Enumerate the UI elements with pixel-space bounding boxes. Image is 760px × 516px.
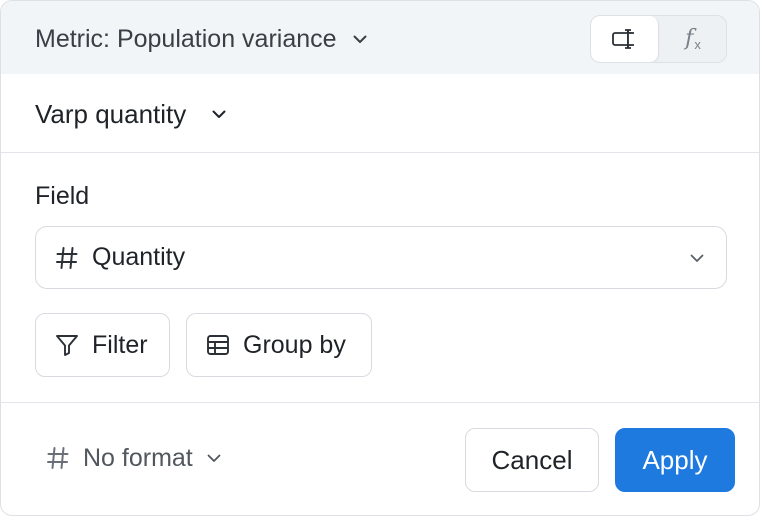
- footer-bar: No format Cancel Apply: [1, 402, 759, 515]
- metric-type-select[interactable]: Metric: Population variance: [35, 21, 369, 57]
- metric-name-select[interactable]: Varp quantity: [35, 94, 228, 134]
- metric-name-row: Varp quantity: [1, 74, 759, 153]
- metric-editor-panel: Metric: Population variance fx Varp quan…: [0, 0, 760, 516]
- field-value: Quantity: [92, 243, 186, 271]
- column-editor-icon: [611, 29, 636, 49]
- format-label: No format: [83, 443, 193, 472]
- formula-button[interactable]: fx: [659, 16, 726, 62]
- chevron-down-icon: [353, 35, 367, 43]
- group-by-button[interactable]: Group by: [186, 313, 372, 377]
- hash-icon: [56, 246, 78, 269]
- column-editor-button[interactable]: [591, 16, 659, 62]
- filter-icon: [56, 335, 78, 356]
- format-select[interactable]: No format: [45, 439, 223, 477]
- apply-button[interactable]: Apply: [615, 428, 735, 492]
- metric-header: Metric: Population variance fx: [1, 1, 759, 74]
- hash-icon: [47, 447, 69, 469]
- formula-icon: fx: [685, 26, 701, 52]
- chevron-down-icon: [207, 454, 221, 462]
- editor-mode-toggle: fx: [590, 15, 727, 63]
- metric-name-label: Varp quantity: [35, 98, 187, 129]
- field-select[interactable]: Quantity: [35, 226, 727, 289]
- field-label: Field: [35, 182, 90, 210]
- table-icon: [207, 335, 229, 355]
- group-by-label: Group by: [243, 330, 346, 359]
- filter-label: Filter: [92, 330, 148, 359]
- chevron-down-icon: [690, 254, 704, 262]
- chevron-down-icon: [212, 110, 226, 118]
- filter-button[interactable]: Filter: [35, 313, 170, 377]
- cancel-button[interactable]: Cancel: [465, 428, 599, 492]
- metric-type-label: Metric: Population variance: [35, 24, 337, 53]
